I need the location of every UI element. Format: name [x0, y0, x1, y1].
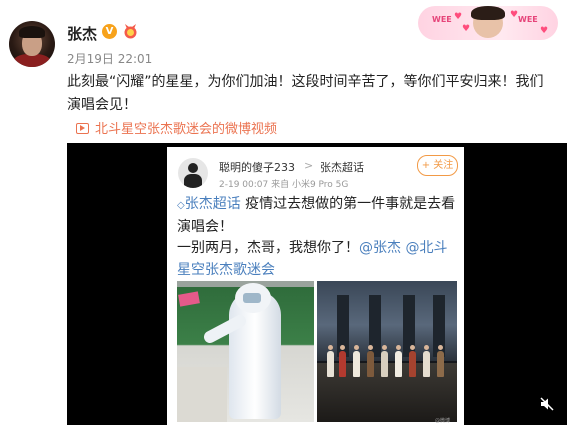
post-text: 此刻最“闪耀”的星星，为你们加油！这段时间辛苦了，等你们平安归来！我们演唱会见！	[67, 74, 544, 113]
medal-icon	[124, 24, 137, 39]
performer	[327, 345, 334, 377]
performer	[339, 345, 346, 377]
performer	[409, 345, 416, 377]
supertopic-diamond-icon: ◇	[177, 200, 185, 211]
decorative-sticker: WEE ♥ ♥ ♥ WEE ♥	[418, 6, 558, 40]
performer	[395, 345, 402, 377]
sticker-hair	[471, 6, 505, 20]
embedded-username: 聪明的傻子233	[219, 161, 295, 174]
username[interactable]: 张杰	[67, 23, 97, 44]
photo-concert-stage	[317, 281, 457, 422]
embedded-meta: 2-19 00:07 来自 小米9 Pro 5G	[219, 180, 349, 190]
performer	[423, 345, 430, 377]
embedded-topic-tag: 张杰超话	[184, 196, 241, 212]
sticker-text-right: WEE	[518, 15, 538, 24]
avatar-hair	[19, 26, 45, 38]
embedded-line2: 一别两月，杰哥，我想你了！	[177, 240, 359, 256]
user-avatar[interactable]	[9, 21, 55, 67]
heart-icon: ♥	[510, 10, 519, 20]
heart-icon: ♥	[462, 24, 471, 34]
follow-button: + 关注	[417, 155, 458, 176]
photo-protective-suit	[177, 281, 314, 422]
embedded-weibo-card: 聪明的傻子233 > 张杰超话 + 关注 2-19 00:07 来自 小米9 P…	[167, 147, 464, 425]
performer	[367, 345, 374, 377]
performer	[381, 345, 388, 377]
video-player[interactable]: 聪明的傻子233 > 张杰超话 + 关注 2-19 00:07 来自 小米9 P…	[67, 143, 567, 425]
embedded-text: ◇张杰超话 疫情过去想做的第一件事就是去看演唱会！ 一别两月，杰哥，我想你了！@…	[177, 194, 459, 281]
heart-icon: ♥	[454, 12, 463, 22]
video-link[interactable]: 北斗星空张杰歌迷会的微博视频	[76, 118, 277, 137]
post-time: 2月19日 22:01	[67, 52, 153, 66]
video-icon	[76, 123, 89, 134]
mute-icon[interactable]	[540, 397, 554, 411]
performer	[353, 345, 360, 377]
pink-paper	[178, 291, 200, 307]
embedded-topic: 张杰超话	[320, 161, 364, 174]
heart-icon: ♥	[540, 26, 549, 36]
performer	[437, 345, 444, 377]
face-shield	[243, 293, 261, 303]
embedded-user-avatar	[178, 158, 208, 188]
video-link-label: 北斗星空张杰歌迷会的微博视频	[95, 122, 278, 137]
sticker-text-left: WEE	[432, 15, 452, 24]
chevron-right-icon: >	[304, 159, 314, 172]
cabinet	[177, 367, 227, 422]
watermark: @微博	[435, 418, 451, 424]
verified-badge-icon: V	[102, 24, 117, 39]
